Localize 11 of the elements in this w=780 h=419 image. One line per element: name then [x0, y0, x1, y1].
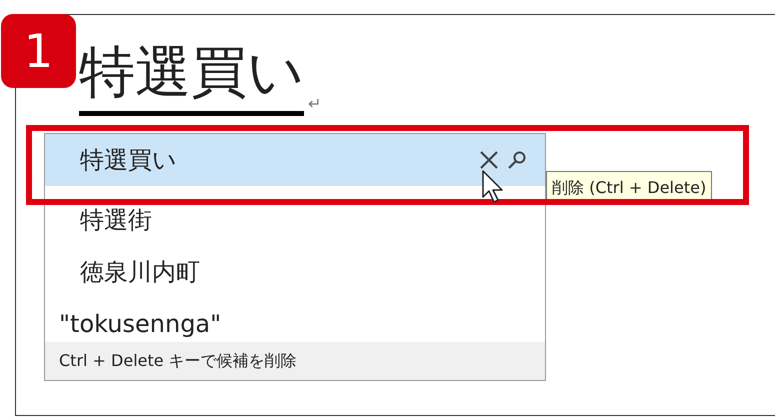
cross-icon[interactable] [479, 150, 499, 170]
hint-text: Ctrl + Delete キーで候補を削除 [45, 342, 545, 380]
mouse-pointer-icon [482, 170, 504, 204]
candidate-item[interactable]: 特選街 [45, 186, 545, 238]
search-icon[interactable] [507, 150, 527, 170]
candidate-item[interactable]: 徳泉川内町 [45, 238, 545, 290]
step-number: 1 [1, 14, 76, 88]
composition-text: 特選買い [79, 45, 304, 116]
candidate-item[interactable]: 特選買い [45, 134, 545, 186]
candidate-item[interactable]: "tokusennga" [45, 290, 545, 342]
paragraph-mark: ↵ [308, 93, 322, 115]
